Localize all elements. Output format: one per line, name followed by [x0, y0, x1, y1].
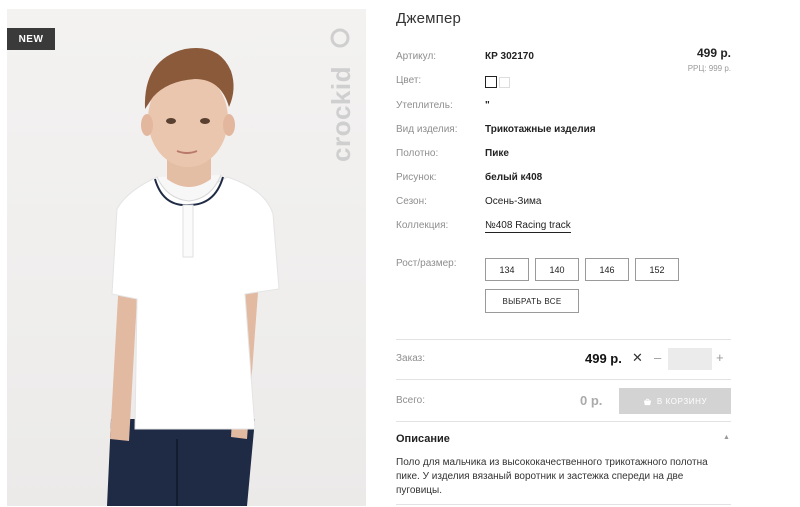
attr-label: Вид изделия:	[396, 124, 458, 135]
attr-label: Цвет:	[396, 75, 422, 86]
color-swatch-white-selected[interactable]	[485, 76, 497, 88]
divider	[396, 379, 731, 380]
product-price: 499 р.	[696, 46, 731, 60]
select-all-sizes-button[interactable]: ВЫБРАТЬ ВСЕ	[485, 289, 579, 313]
attr-value: Трикотажные изделия	[485, 124, 596, 135]
attr-label: Артикул:	[396, 51, 437, 62]
attr-value: Осень-Зима	[485, 196, 542, 207]
size-option-152[interactable]: 152	[635, 258, 679, 281]
total-price: 0 р.	[580, 393, 603, 408]
divider	[396, 339, 731, 340]
attr-label: Полотно:	[396, 148, 439, 159]
attr-value: Пике	[485, 148, 509, 159]
size-option-146[interactable]: 146	[585, 258, 629, 281]
divider	[396, 421, 731, 422]
description-text: Поло для мальчика из высококачественного…	[396, 457, 708, 496]
size-label: Рост/размер:	[396, 258, 457, 269]
basket-icon	[643, 398, 651, 405]
decrement-button[interactable]: –	[654, 350, 661, 365]
attr-label: Коллекция:	[396, 220, 449, 231]
order-price: 499 р.	[585, 351, 622, 366]
attr-label: Утеплитель:	[396, 100, 453, 111]
total-label: Всего:	[396, 395, 425, 406]
multiply-icon: ✕	[632, 350, 643, 365]
attr-value: белый к408	[485, 172, 543, 183]
size-option-134[interactable]: 134	[485, 258, 529, 281]
caret-up-icon[interactable]: ▲	[723, 434, 730, 441]
product-image[interactable]: NEW crockid	[7, 9, 366, 506]
attr-value: КР 302170	[485, 51, 534, 62]
attr-label: Рисунок:	[396, 172, 437, 183]
svg-text:crockid: crockid	[326, 66, 356, 162]
order-label: Заказ:	[396, 353, 426, 364]
color-swatch-white[interactable]	[499, 77, 510, 88]
description-title[interactable]: Описание	[396, 433, 450, 445]
increment-button[interactable]: +	[716, 350, 724, 365]
collection-link[interactable]: №408 Racing track	[485, 220, 571, 233]
product-photo-figure	[107, 47, 280, 506]
product-title: Джемпер	[396, 10, 462, 27]
attr-label: Сезон:	[396, 196, 427, 207]
add-to-cart-label: В КОРЗИНУ	[656, 396, 708, 406]
size-option-140[interactable]: 140	[535, 258, 579, 281]
brand-logo: crockid	[323, 27, 363, 162]
quantity-input[interactable]	[668, 348, 712, 370]
product-rrp: РРЦ: 999 р.	[687, 64, 731, 73]
add-to-cart-button[interactable]: В КОРЗИНУ	[619, 388, 731, 414]
divider	[396, 504, 731, 505]
attr-value: "	[485, 100, 490, 111]
new-badge: NEW	[7, 28, 55, 50]
